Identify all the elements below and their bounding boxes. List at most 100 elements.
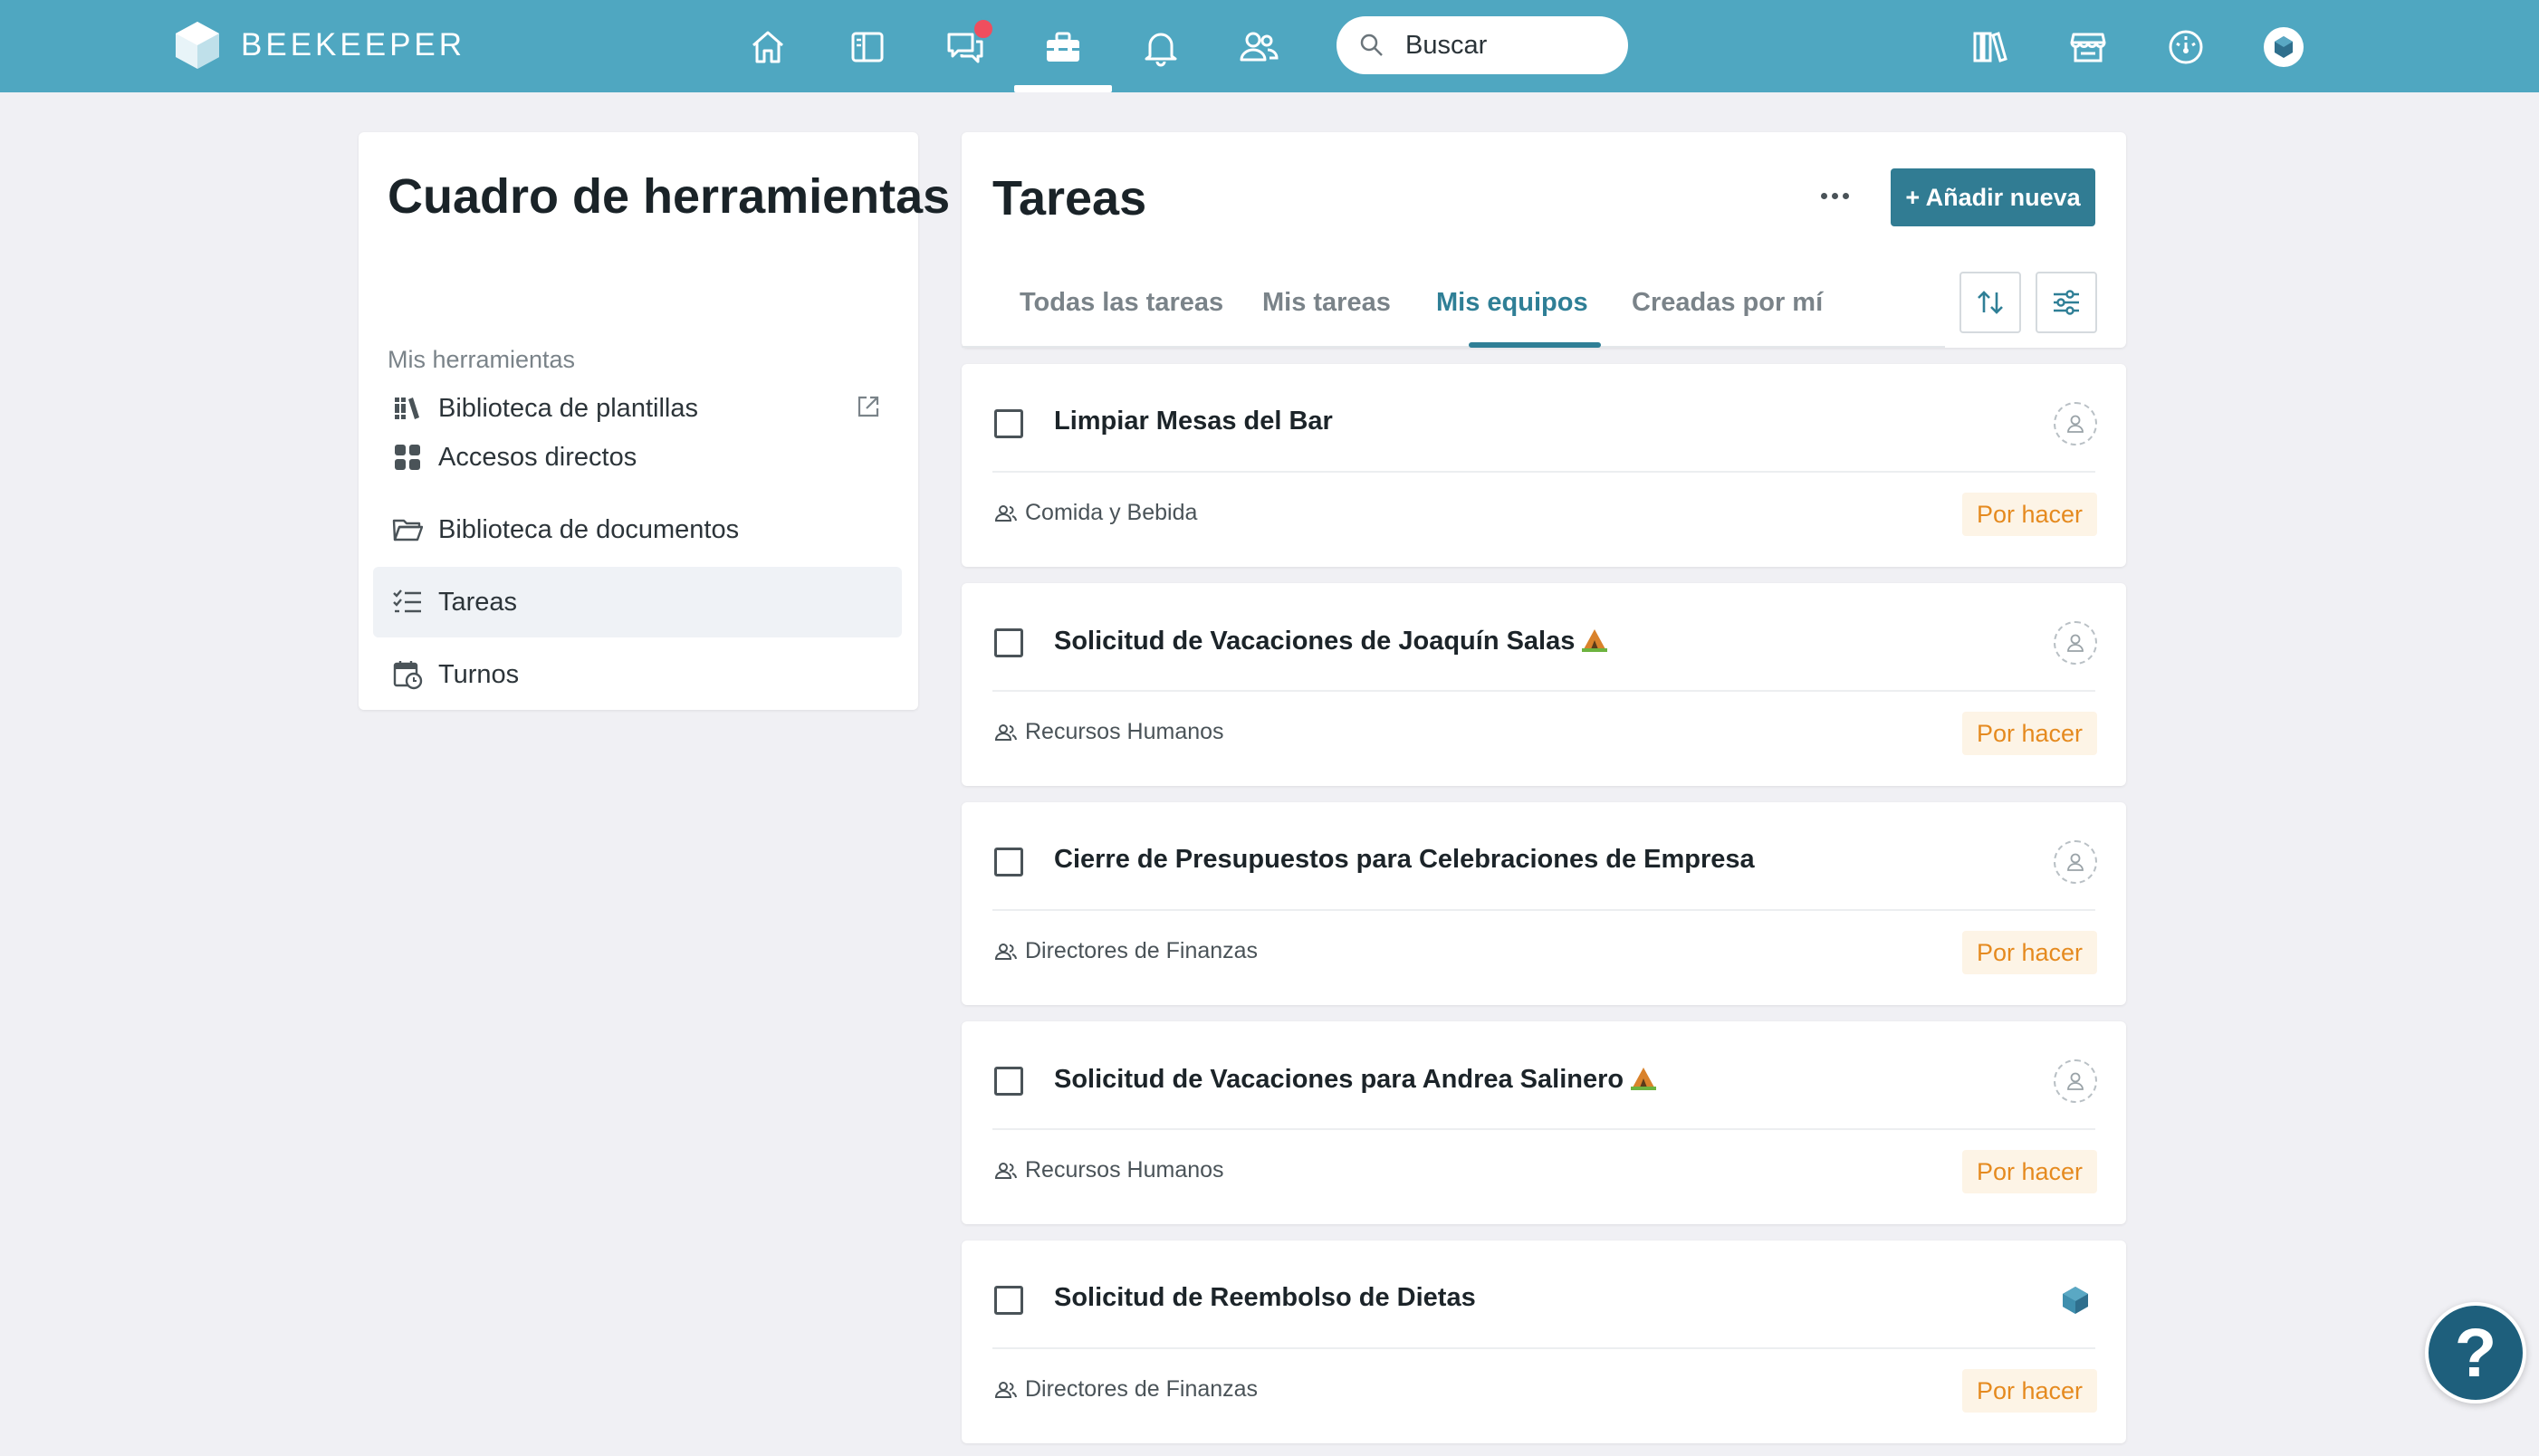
task-title[interactable]: Solicitud de Vacaciones para Andrea Sali… (1054, 1064, 1658, 1095)
user-icon (2067, 853, 2084, 871)
tab-my-tasks[interactable]: Mis tareas (1262, 288, 1391, 318)
nav-library[interactable] (1965, 22, 2016, 72)
filter-button[interactable] (2036, 272, 2097, 333)
dot (1831, 192, 1838, 199)
beekeeper-logo[interactable]: BEEKEEPER (174, 20, 465, 71)
task-card[interactable]: Solicitud de Vacaciones de Joaquín Salas… (962, 583, 2126, 786)
calendar-clock-icon (389, 656, 426, 693)
team-icon (994, 943, 1017, 960)
user-icon (2067, 415, 2084, 433)
dot (1842, 192, 1849, 199)
sidebar-item-tasks[interactable]: Tareas (373, 567, 902, 637)
user-icon (2067, 1072, 2084, 1090)
nav-profile[interactable] (2258, 22, 2309, 72)
people-icon (1240, 32, 1279, 62)
camping-emoji-icon (1582, 629, 1608, 652)
toolbox-icon (1047, 32, 1079, 62)
camping-emoji-icon (1631, 1068, 1657, 1090)
task-team: Directores de Finanzas (994, 938, 1258, 964)
tab-my-teams[interactable]: Mis equipos (1436, 288, 1588, 318)
task-title[interactable]: Cierre de Presupuestos para Celebracione… (1054, 845, 1755, 875)
task-card[interactable]: Solicitud de Reembolso de Dietas Directo… (962, 1240, 2126, 1443)
nav-people[interactable] (1233, 22, 1284, 72)
dashboard-icon (2169, 30, 2203, 64)
sidebar-item-label: Tareas (438, 587, 518, 617)
task-title-text: Cierre de Presupuestos para Celebracione… (1054, 845, 1755, 874)
external-link-icon[interactable] (855, 393, 882, 420)
beekeeper-logo-icon (176, 22, 219, 69)
team-name: Directores de Finanzas (1025, 938, 1259, 963)
sidebar-item-label: Biblioteca de plantillas (438, 393, 698, 423)
notification-dot (972, 18, 994, 40)
assignee-placeholder[interactable] (2054, 402, 2097, 445)
task-title-text: Solicitud de Vacaciones de Joaquín Salas (1054, 627, 1576, 656)
brand-name: BEEKEEPER (241, 27, 466, 62)
section-label-my-tools: Mis herramientas (388, 346, 576, 373)
task-title-text: Solicitud de Vacaciones para Andrea Sali… (1054, 1065, 1624, 1094)
task-card[interactable]: Limpiar Mesas del Bar Comida y Bebida Po… (962, 364, 2126, 567)
tab-all-tasks[interactable]: Todas las tareas (1020, 288, 1223, 318)
task-title[interactable]: Limpiar Mesas del Bar (1054, 407, 1333, 436)
grid-icon (389, 439, 426, 475)
sidebar-item-label: Accesos directos (438, 442, 637, 472)
sidebar-item-shortcuts[interactable]: Accesos directos (373, 422, 902, 493)
sort-button[interactable] (1959, 272, 2021, 333)
task-checkbox[interactable] (994, 409, 1023, 438)
nav-toolbox[interactable] (1038, 22, 1088, 72)
divider (992, 909, 2095, 911)
nav-marketplace[interactable] (2063, 22, 2113, 72)
task-checkbox[interactable] (994, 1286, 1023, 1315)
more-options-button[interactable] (1816, 185, 1853, 206)
folder-icon (389, 512, 426, 548)
sidebar-item-label: Biblioteca de documentos (438, 514, 740, 544)
profile-avatar-icon (2264, 27, 2304, 67)
status-badge: Por hacer (1961, 1150, 2097, 1193)
status-badge: Por hacer (1961, 931, 2097, 974)
sidebar-item-documents[interactable]: Biblioteca de documentos (373, 494, 902, 565)
team-icon (994, 1162, 1017, 1179)
task-checkbox[interactable] (994, 628, 1023, 657)
add-new-button[interactable]: + Añadir nueva (1891, 168, 2095, 226)
search-input[interactable]: Buscar (1337, 16, 1628, 74)
task-team: Directores de Finanzas (994, 1376, 1258, 1403)
user-icon (2067, 634, 2084, 652)
toolbox-sidebar: Cuadro de herramientas Biblioteca de pla… (359, 132, 950, 710)
divider (992, 1347, 2095, 1349)
active-tab-indicator (1469, 342, 1601, 348)
assignee-placeholder[interactable] (2054, 1059, 2097, 1103)
team-name: Recursos Humanos (1025, 1157, 1224, 1183)
status-badge: Por hacer (1961, 493, 2097, 536)
search-icon (1360, 34, 1383, 56)
library-icon (1973, 32, 2007, 62)
nav-active-indicator (1014, 85, 1112, 92)
page-title: Tareas (992, 171, 1147, 225)
task-card[interactable]: Cierre de Presupuestos para Celebracione… (962, 802, 2126, 1005)
library-icon (389, 390, 426, 426)
divider (992, 1128, 2095, 1130)
sidebar-title: Cuadro de herramientas (388, 169, 951, 224)
help-button[interactable]: ? (2425, 1302, 2526, 1403)
sidebar-item-shifts[interactable]: Turnos (373, 639, 902, 710)
nav-dashboard[interactable] (2161, 22, 2211, 72)
sort-arrows-icon (1978, 291, 2003, 314)
sidebar-item-label: Turnos (438, 659, 520, 689)
task-title-text: Limpiar Mesas del Bar (1054, 407, 1333, 436)
tab-created-by-me[interactable]: Creadas por mí (1632, 288, 1823, 318)
assignee-placeholder[interactable] (2054, 840, 2097, 884)
assignee-placeholder[interactable] (2054, 621, 2097, 665)
task-card[interactable]: Solicitud de Vacaciones para Andrea Sali… (962, 1021, 2126, 1224)
bell-icon (1145, 33, 1177, 67)
task-title[interactable]: Solicitud de Reembolso de Dietas (1054, 1283, 1476, 1313)
filter-sliders-icon (2054, 290, 2079, 315)
task-checkbox[interactable] (994, 1067, 1023, 1096)
nav-home[interactable] (743, 22, 793, 72)
streams-icon (851, 32, 884, 62)
team-icon (994, 723, 1017, 741)
nav-notifications[interactable] (1135, 22, 1186, 72)
task-title[interactable]: Solicitud de Vacaciones de Joaquín Salas (1054, 626, 1609, 656)
dot (1820, 192, 1827, 199)
assignee-beekeeper-avatar-icon[interactable] (2059, 1284, 2092, 1317)
status-badge: Por hacer (1961, 1369, 2097, 1413)
nav-streams[interactable] (842, 22, 893, 72)
task-checkbox[interactable] (994, 848, 1023, 876)
